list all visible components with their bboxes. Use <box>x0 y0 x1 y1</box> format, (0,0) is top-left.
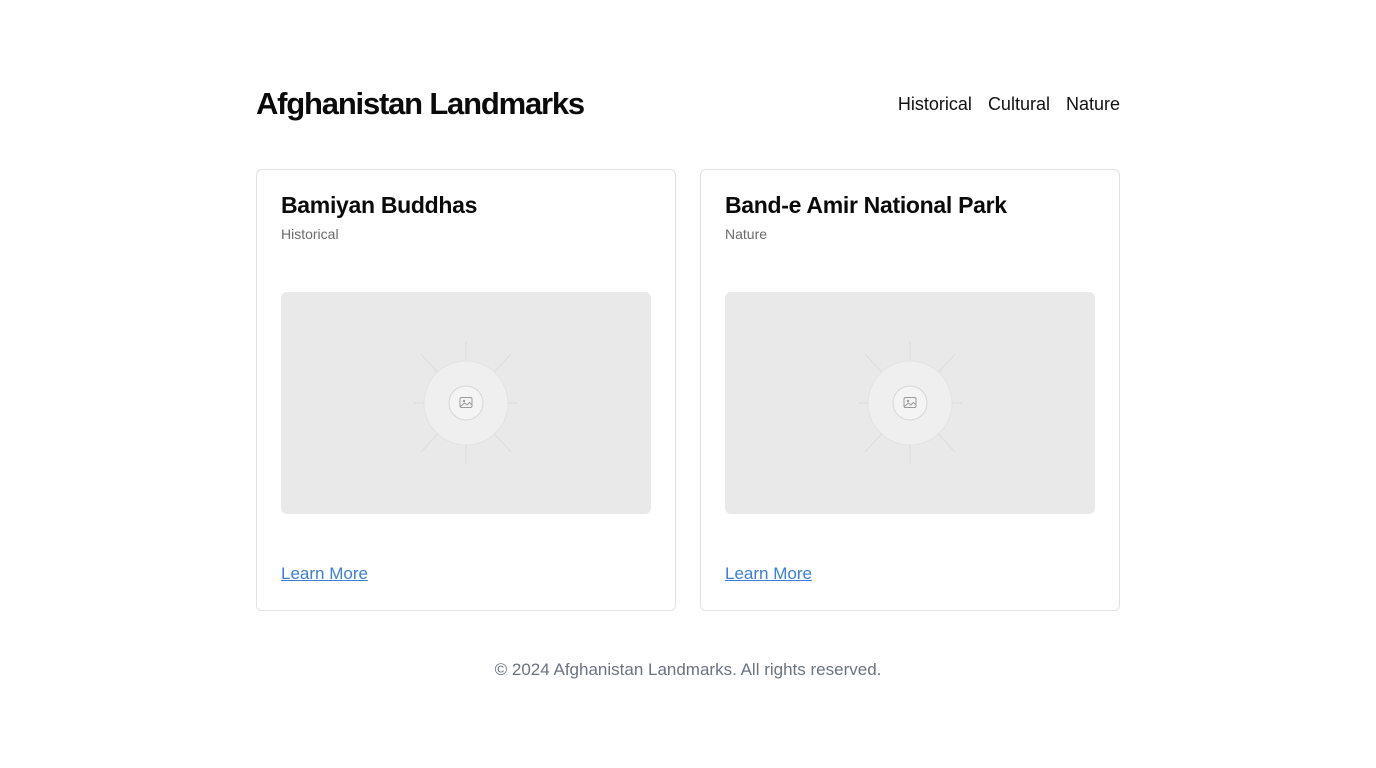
landmark-card: Band-e Amir National Park Nature Learn M… <box>700 169 1120 611</box>
learn-more-link[interactable]: Learn More <box>725 564 812 584</box>
image-icon <box>858 342 962 464</box>
nav-link-historical[interactable]: Historical <box>898 94 972 115</box>
site-header: Afghanistan Landmarks Historical Cultura… <box>256 84 1120 124</box>
card-title: Band-e Amir National Park <box>725 192 1007 218</box>
landmark-cards: Bamiyan Buddhas Historical Learn More Ba… <box>256 169 1120 611</box>
image-placeholder <box>281 292 651 514</box>
page: Afghanistan Landmarks Historical Cultura… <box>0 0 1376 768</box>
main-nav: Historical Cultural Nature <box>898 94 1120 115</box>
site-title: Afghanistan Landmarks <box>256 86 585 121</box>
nav-link-nature[interactable]: Nature <box>1066 94 1120 115</box>
nav-link-cultural[interactable]: Cultural <box>988 94 1050 115</box>
learn-more-link[interactable]: Learn More <box>281 564 368 584</box>
image-icon <box>414 342 518 464</box>
card-category: Historical <box>281 226 339 242</box>
landmark-card: Bamiyan Buddhas Historical Learn More <box>256 169 676 611</box>
copyright-text: © 2024 Afghanistan Landmarks. All rights… <box>494 660 882 679</box>
card-category: Nature <box>725 226 768 242</box>
site-footer: © 2024 Afghanistan Landmarks. All rights… <box>0 660 1376 680</box>
image-placeholder <box>725 292 1095 514</box>
card-title: Bamiyan Buddhas <box>281 192 478 218</box>
